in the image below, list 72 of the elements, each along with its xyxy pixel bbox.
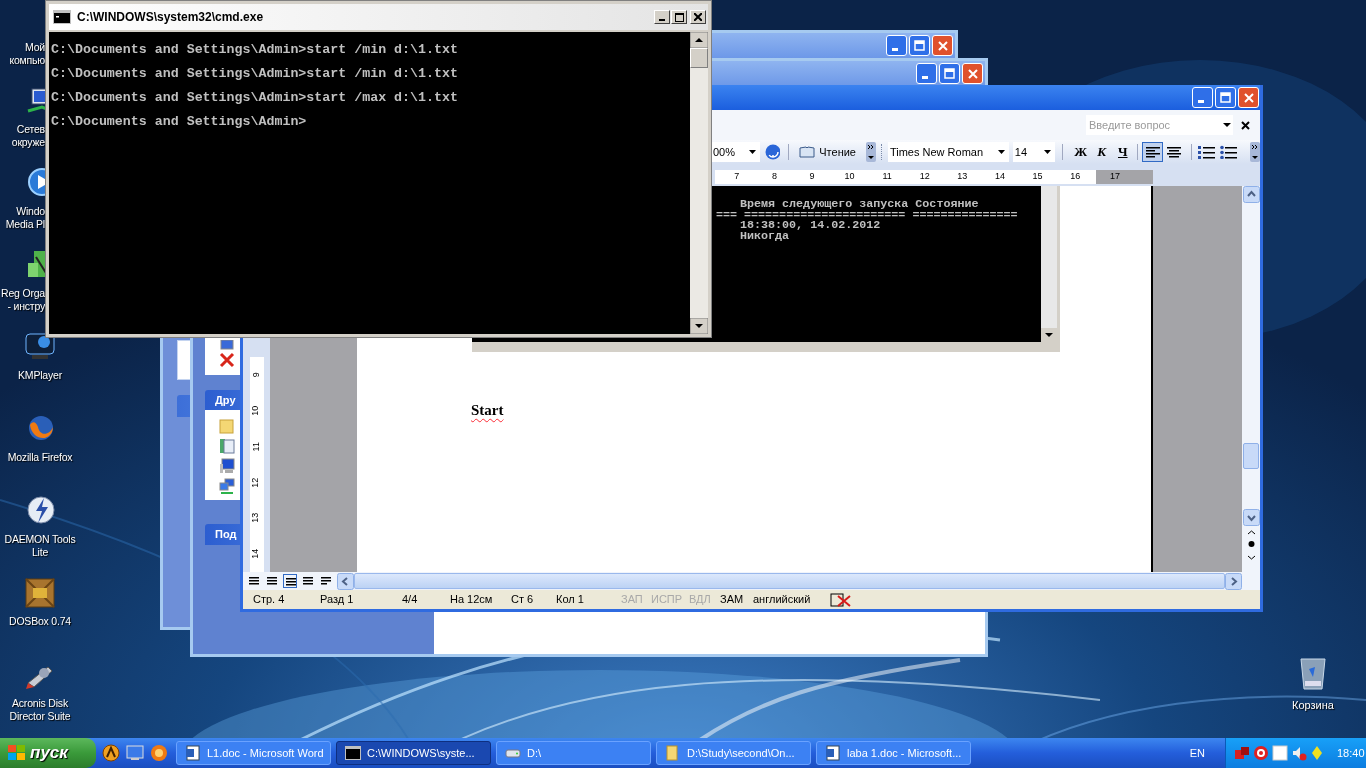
console-line: === ======================= =============== <box>716 209 1019 221</box>
taskbar-button[interactable]: D:\ <box>496 741 651 765</box>
ruler-number: 11 <box>249 428 264 465</box>
icon-label: KMPlayer <box>18 369 62 382</box>
ruler-number: 14 <box>993 170 1006 184</box>
ruler-number: 11 <box>881 170 893 184</box>
icon-label: компью <box>9 54 45 67</box>
icon-label: Lite <box>31 546 49 559</box>
icon-label: Мой <box>25 41 45 54</box>
icon-label: Director Suite <box>9 710 71 723</box>
console-line: C:\Documents and Settings\Admin> <box>51 114 308 130</box>
console-line: Никогда <box>740 231 790 242</box>
icon-label: Сетев <box>16 123 45 136</box>
ruler-number: 8 <box>770 170 778 184</box>
status-item: 4/4 <box>402 592 419 608</box>
taskbar-button[interactable]: laba 1.doc - Microsoft... <box>816 741 971 765</box>
console-line: C:\Documents and Settings\Admin>start /min d:\1.txt <box>51 42 459 58</box>
ruler-number: 12 <box>918 170 931 184</box>
font-dropdown[interactable]: Times New Roman <box>887 142 1009 162</box>
console-line: 18:38:00, 14.02.2012 <box>740 220 882 232</box>
panel-title: Под <box>215 527 237 543</box>
status-item: английский <box>753 592 812 608</box>
ruler-number: 16 <box>1069 170 1082 184</box>
window-title: C:\WINDOWS\system32\cmd.exe <box>77 9 265 26</box>
zoom-dropdown[interactable]: 00% <box>712 142 760 162</box>
language-indicator[interactable]: EN <box>1189 744 1205 762</box>
panel-title: Дру <box>215 392 236 408</box>
status-item: Кол 1 <box>556 592 585 608</box>
taskbar-button[interactable]: C:\WINDOWS\syste... <box>336 741 491 765</box>
console-line: C:\Documents and Settings\Admin>start /max d:\1.txt <box>51 90 459 106</box>
icon-label: DOSBox 0.74 <box>9 615 71 628</box>
ruler-number: 10 <box>249 392 264 429</box>
status-item: ЗАМ <box>720 592 745 608</box>
format-button[interactable]: К <box>1091 142 1113 162</box>
ruler-number: 12 <box>249 464 264 501</box>
status-item: Разд 1 <box>320 592 355 608</box>
status-item: Стр. 4 <box>253 592 286 608</box>
icon-label: Reg Orga <box>1 287 45 300</box>
ruler-number: 9 <box>808 170 816 184</box>
ruler-number: 17 <box>1109 170 1120 184</box>
status-item: Ст 6 <box>511 592 535 608</box>
icon-label: Mozilla Firefox <box>7 451 73 464</box>
icon-label: Windo <box>16 205 45 218</box>
size-dropdown[interactable]: 14 <box>1012 142 1056 162</box>
start-button[interactable]: пуск <box>0 738 96 768</box>
taskbar-button[interactable]: D:\Study\second\On... <box>656 741 811 765</box>
status-item: ВДЛ <box>689 592 712 608</box>
console-line: C:\Documents and Settings\Admin>start /min d:\1.txt <box>51 66 459 82</box>
icon-label: окруже <box>11 136 45 149</box>
ruler-number: 13 <box>249 500 264 537</box>
ruler-number: 7 <box>733 170 741 184</box>
format-button[interactable]: Ж <box>1070 142 1092 162</box>
ruler-number: 9 <box>249 357 264 393</box>
icon-label: - инстру <box>7 300 45 313</box>
status-item: На 12см <box>450 592 494 608</box>
body-text: Start <box>471 401 505 420</box>
icon-label: Acronis Disk <box>12 697 68 710</box>
ruler-number: 14 <box>249 536 264 572</box>
clock: 18:40 <box>1337 745 1365 761</box>
status-item: ЗАП <box>621 592 644 608</box>
ruler-number: 13 <box>956 170 969 184</box>
icon-label: Media Pl <box>5 218 45 231</box>
icon-label: DAEMON Tools <box>4 533 76 546</box>
status-item: ИСПР <box>651 592 684 608</box>
format-button[interactable]: Ч <box>1112 142 1134 162</box>
ruler-number: 10 <box>843 170 856 184</box>
help-field[interactable]: Введите вопрос <box>1086 115 1221 135</box>
ruler-number: 15 <box>1031 170 1044 184</box>
reading-button[interactable]: Чтение <box>797 142 858 162</box>
taskbar-button[interactable]: L1.doc - Microsoft Word <box>176 741 331 765</box>
icon-label: Корзина <box>1292 698 1334 713</box>
console-line: Время следующего запуска Состояние <box>740 199 980 210</box>
